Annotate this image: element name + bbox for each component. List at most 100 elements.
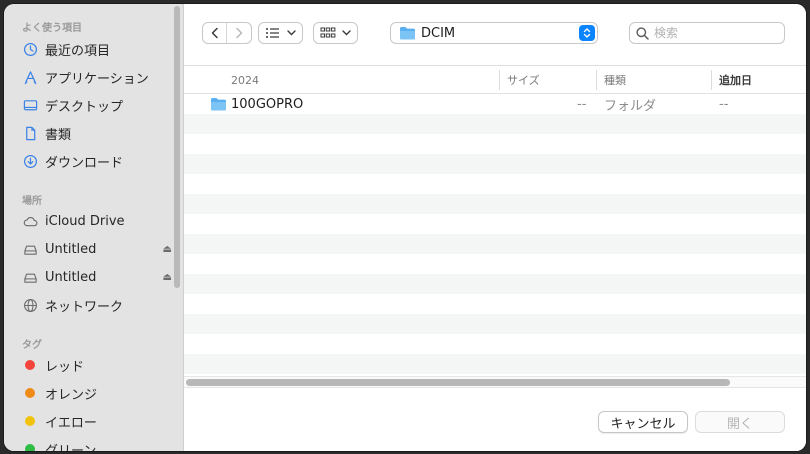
list-view-button[interactable]	[258, 22, 303, 44]
sidebar-item-network[interactable]: ネットワーク	[22, 294, 172, 316]
cancel-button[interactable]: キャンセル	[598, 411, 688, 433]
folder-icon	[400, 27, 415, 40]
download-icon	[22, 153, 38, 169]
sidebar-item-label: 最近の項目	[45, 43, 111, 59]
empty-row	[184, 234, 806, 254]
folder-icon	[210, 94, 227, 114]
file-list: 2024 サイズ 種類 追加日 100GOPRO -- フォルダ --	[184, 66, 806, 386]
chevron-down-icon	[342, 30, 351, 36]
sidebar-item-downloads[interactable]: ダウンロード	[22, 150, 172, 172]
sidebar-item-label: ネットワーク	[45, 299, 124, 315]
sidebar-scrollbar[interactable]	[174, 6, 180, 288]
empty-row	[184, 134, 806, 154]
dialog-footer: キャンセル 開く	[184, 389, 806, 451]
cloud-icon	[22, 213, 38, 229]
sidebar-item-icloud-drive[interactable]: iCloud Drive	[22, 210, 172, 232]
sidebar-item-desktop[interactable]: デスクトップ	[22, 94, 172, 116]
back-button[interactable]	[203, 23, 227, 43]
list-header: 2024 サイズ 種類 追加日	[184, 66, 806, 94]
document-icon	[22, 125, 38, 141]
empty-row	[184, 254, 806, 274]
sidebar-item-applications[interactable]: アプリケーション	[22, 66, 172, 88]
sidebar-item-label: Untitled	[45, 269, 97, 285]
sidebar-item-documents[interactable]: 書類	[22, 122, 172, 144]
tag-color-dot	[25, 416, 35, 426]
chevron-down-icon	[287, 30, 296, 36]
column-divider[interactable]	[499, 70, 500, 90]
path-popup-button[interactable]: DCIM	[390, 22, 598, 44]
sidebar-item-label: レッド	[45, 359, 85, 375]
horizontal-scrollbar[interactable]	[184, 376, 806, 388]
drive-icon	[22, 241, 38, 257]
sidebar-item-untitled-2[interactable]: Untitled ⏏	[22, 266, 172, 288]
sidebar: よく使う項目 最近の項目 アプリケーション デスクトップ 書類 ダウンロード 場…	[4, 4, 184, 451]
search-field[interactable]	[629, 22, 785, 44]
clock-icon	[22, 41, 38, 57]
column-header-size[interactable]: サイズ	[507, 66, 540, 94]
sidebar-item-tag-orange[interactable]: オレンジ	[22, 382, 172, 404]
tag-color-dot	[25, 388, 35, 398]
empty-row	[184, 194, 806, 214]
forward-button[interactable]	[227, 23, 251, 43]
search-input[interactable]	[654, 26, 774, 40]
sidebar-item-tag-red[interactable]: レッド	[22, 354, 172, 376]
empty-row	[184, 214, 806, 234]
sidebar-item-label: グリーン	[45, 443, 97, 452]
sidebar-item-label: 書類	[45, 127, 72, 143]
column-divider[interactable]	[596, 70, 597, 90]
empty-row	[184, 114, 806, 134]
file-name: 100GOPRO	[231, 96, 304, 112]
sidebar-item-untitled-1[interactable]: Untitled ⏏	[22, 238, 172, 260]
open-button[interactable]: 開く	[695, 411, 785, 433]
empty-row	[184, 154, 806, 174]
file-size: --	[577, 96, 587, 112]
sidebar-item-tag-yellow[interactable]: イエロー	[22, 410, 172, 432]
table-row[interactable]: 100GOPRO -- フォルダ --	[184, 94, 806, 114]
empty-row	[184, 174, 806, 194]
scrollbar-thumb[interactable]	[186, 379, 730, 386]
sidebar-item-label: デスクトップ	[45, 99, 124, 115]
drive-icon	[22, 269, 38, 285]
empty-row	[184, 354, 806, 374]
sidebar-section-tags: タグ	[22, 340, 42, 351]
column-header-name[interactable]: 2024	[231, 66, 259, 94]
empty-row	[184, 314, 806, 334]
grid-view-icon	[320, 27, 336, 38]
eject-icon[interactable]: ⏏	[163, 272, 172, 283]
applications-icon	[22, 69, 38, 85]
sidebar-section-locations: 場所	[22, 196, 42, 207]
file-date-added: --	[719, 96, 729, 112]
tag-color-dot	[25, 444, 35, 451]
chevron-right-icon	[236, 27, 243, 39]
search-icon	[636, 26, 649, 40]
sidebar-item-recents[interactable]: 最近の項目	[22, 38, 172, 60]
column-divider[interactable]	[711, 70, 712, 90]
list-view-icon	[266, 28, 279, 38]
empty-row	[184, 294, 806, 314]
network-icon	[22, 297, 38, 313]
empty-row	[184, 334, 806, 354]
eject-icon[interactable]: ⏏	[163, 244, 172, 255]
group-view-button[interactable]	[313, 22, 358, 44]
sidebar-content: よく使う項目 最近の項目 アプリケーション デスクトップ 書類 ダウンロード 場…	[4, 4, 172, 451]
sidebar-item-label: Untitled	[45, 241, 97, 257]
sidebar-item-label: アプリケーション	[45, 71, 149, 87]
toolbar: DCIM	[184, 4, 806, 66]
sidebar-item-label: iCloud Drive	[45, 213, 125, 229]
open-file-dialog: よく使う項目 最近の項目 アプリケーション デスクトップ 書類 ダウンロード 場…	[4, 4, 806, 451]
sidebar-item-label: オレンジ	[45, 387, 98, 403]
desktop-icon	[22, 97, 38, 113]
sidebar-item-tag-green[interactable]: グリーン	[22, 438, 172, 451]
file-kind: フォルダ	[604, 98, 657, 114]
back-forward-group	[202, 22, 252, 44]
empty-row	[184, 274, 806, 294]
sidebar-item-label: ダウンロード	[45, 155, 124, 171]
path-popup-label: DCIM	[421, 25, 456, 41]
chevron-left-icon	[211, 27, 218, 39]
sidebar-section-favorites: よく使う項目	[22, 23, 82, 34]
list-rows: 100GOPRO -- フォルダ --	[184, 94, 806, 374]
column-header-date-added[interactable]: 追加日	[719, 66, 752, 94]
popup-stepper-icon	[579, 25, 595, 41]
tag-color-dot	[25, 360, 35, 370]
column-header-kind[interactable]: 種類	[604, 66, 626, 94]
